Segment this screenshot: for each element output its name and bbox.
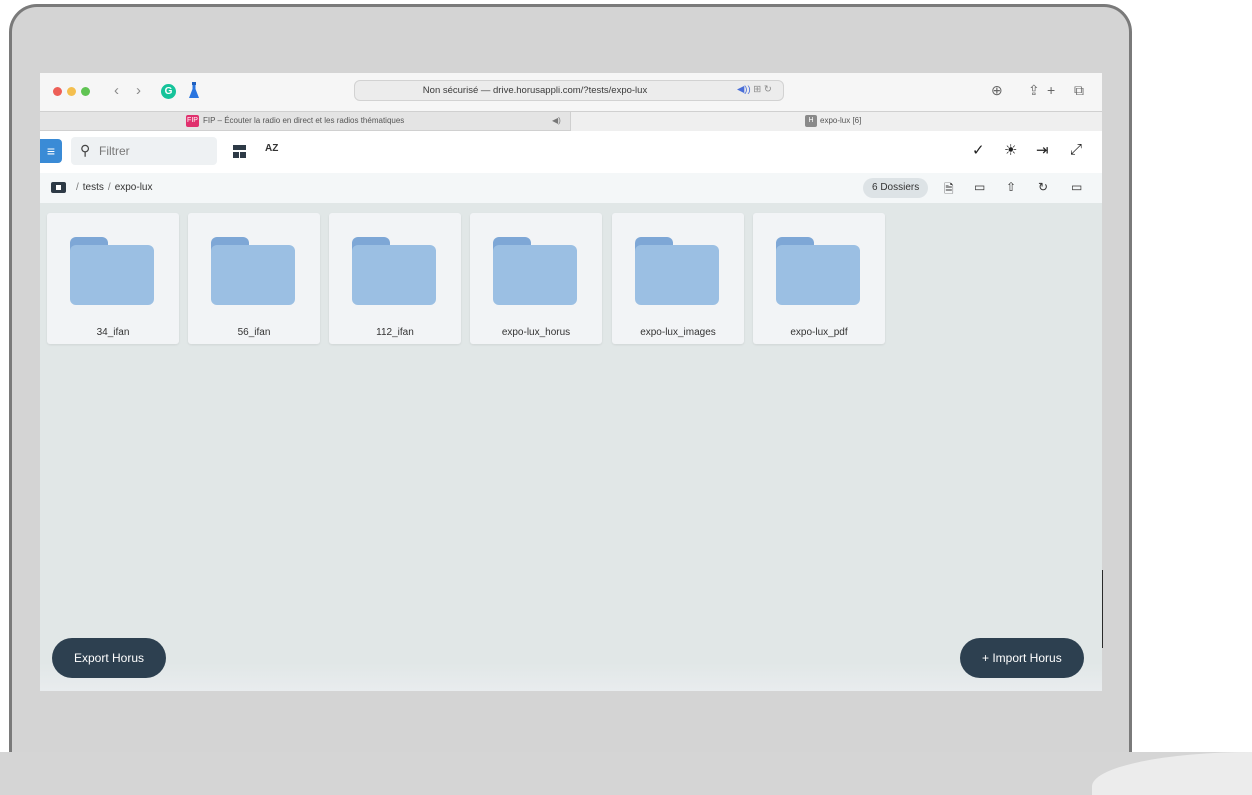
bottom-fade	[40, 663, 1102, 691]
export-horus-button[interactable]: Export Horus	[52, 638, 167, 678]
folder-count-badge: 6 Dossiers	[863, 178, 929, 198]
laptop-base	[0, 752, 1252, 795]
folder-card[interactable]: expo-lux_pdf	[753, 213, 885, 344]
new-tab-icon[interactable]: +	[1047, 82, 1055, 98]
address-bar-url: Non sécurisé — drive.horusappli.com/?tes…	[422, 85, 648, 96]
breadcrumb: / tests / expo-lux 6 Dossiers 🗎 ▭ ⇧ ↻ ▭	[40, 173, 1102, 203]
forward-arrow-icon[interactable]: ›	[136, 82, 141, 99]
minimize-window-button[interactable]	[67, 87, 76, 96]
address-bar-icons: ◀)) ⊞ ↻	[737, 84, 772, 95]
folder-icon	[70, 237, 154, 305]
breadcrumb-separator: /	[76, 182, 79, 193]
new-file-icon[interactable]: 🗎	[944, 180, 954, 201]
reload-icon[interactable]: ↻	[764, 84, 772, 95]
folder-card[interactable]: expo-lux_horus	[470, 213, 602, 344]
folder-card[interactable]: 112_ifan	[329, 213, 461, 344]
folder-icon	[493, 237, 577, 305]
checkmark-icon[interactable]: ✓	[972, 141, 985, 159]
folder-icon	[211, 237, 295, 305]
search-icon: ⚲	[80, 142, 91, 158]
folder-name: expo-lux_pdf	[790, 327, 848, 338]
zoom-window-button[interactable]	[81, 87, 90, 96]
back-arrow-icon[interactable]: ‹	[114, 82, 119, 99]
folder-card[interactable]: expo-lux_images	[612, 213, 744, 344]
filter-input[interactable]	[99, 142, 209, 160]
import-horus-button[interactable]: + Import Horus	[960, 638, 1084, 678]
layout-toggle-icon[interactable]	[233, 145, 246, 158]
upload-icon[interactable]: ⇧	[1006, 180, 1016, 194]
tab-overview-icon[interactable]: ⧉	[1074, 82, 1084, 99]
close-window-button[interactable]	[53, 87, 62, 96]
grammarly-extension-icon[interactable]: G	[161, 84, 176, 99]
download-icon[interactable]: ⊕	[991, 82, 1003, 99]
share-icon[interactable]: ⇪	[1028, 82, 1040, 99]
new-folder-icon[interactable]: ▭	[974, 180, 985, 194]
sort-az-icon[interactable]: AZ	[265, 143, 278, 154]
folder-icon	[776, 237, 860, 305]
folder-card[interactable]: 34_ifan	[47, 213, 179, 344]
folder-icon	[635, 237, 719, 305]
filter-field[interactable]: ⚲	[71, 137, 217, 165]
tab-bar: FIP FIP – Écouter la radio en direct et …	[40, 111, 1102, 131]
folder-icon	[352, 237, 436, 305]
folder-settings-icon[interactable]: ▭	[1071, 180, 1082, 194]
browser-toolbar: ‹ › G Non sécurisé — drive.horusappli.co…	[40, 73, 1102, 111]
home-icon[interactable]	[51, 182, 66, 193]
refresh-icon[interactable]: ↻	[1038, 180, 1048, 194]
tab-expo-lux[interactable]: H expo-lux [6]	[571, 112, 1102, 131]
speaker-icon[interactable]: ◀))	[737, 84, 751, 95]
breadcrumb-item-tests[interactable]: tests	[83, 182, 104, 193]
tab-audio-icon[interactable]: ◀)	[552, 116, 561, 125]
app-toolbar: ≡ ⚲ AZ ✓ ☀ ⇥ ⤢	[40, 131, 1102, 173]
screen: ‹ › G Non sécurisé — drive.horusappli.co…	[40, 73, 1102, 691]
breadcrumb-separator: /	[107, 182, 111, 193]
folder-card[interactable]: 56_ifan	[188, 213, 320, 344]
fullscreen-icon[interactable]: ⤢	[1070, 141, 1082, 158]
breadcrumb-item-expo-lux[interactable]: expo-lux	[115, 182, 153, 193]
tab-label: expo-lux [6]	[820, 116, 862, 125]
folder-name: expo-lux_horus	[501, 327, 571, 338]
logout-icon[interactable]: ⇥	[1036, 141, 1049, 159]
folder-name: 112_ifan	[376, 327, 414, 338]
breadcrumb-path: / tests / expo-lux	[72, 182, 153, 193]
translate-icon[interactable]: ⊞	[753, 84, 761, 95]
folder-name: expo-lux_images	[640, 327, 716, 338]
tab-fip[interactable]: FIP FIP – Écouter la radio en direct et …	[40, 112, 571, 131]
folder-name: 34_ifan	[96, 327, 130, 338]
theme-sun-icon[interactable]: ☀	[1004, 141, 1017, 159]
folder-name: 56_ifan	[237, 327, 271, 338]
horus-favicon-icon: H	[805, 115, 817, 127]
fip-favicon-icon: FIP	[186, 115, 199, 127]
tab-label: FIP – Écouter la radio en direct et les …	[203, 116, 405, 125]
address-bar[interactable]: Non sécurisé — drive.horusappli.com/?tes…	[354, 80, 784, 101]
flask-extension-icon[interactable]	[189, 82, 199, 99]
menu-button[interactable]: ≡	[40, 139, 62, 163]
